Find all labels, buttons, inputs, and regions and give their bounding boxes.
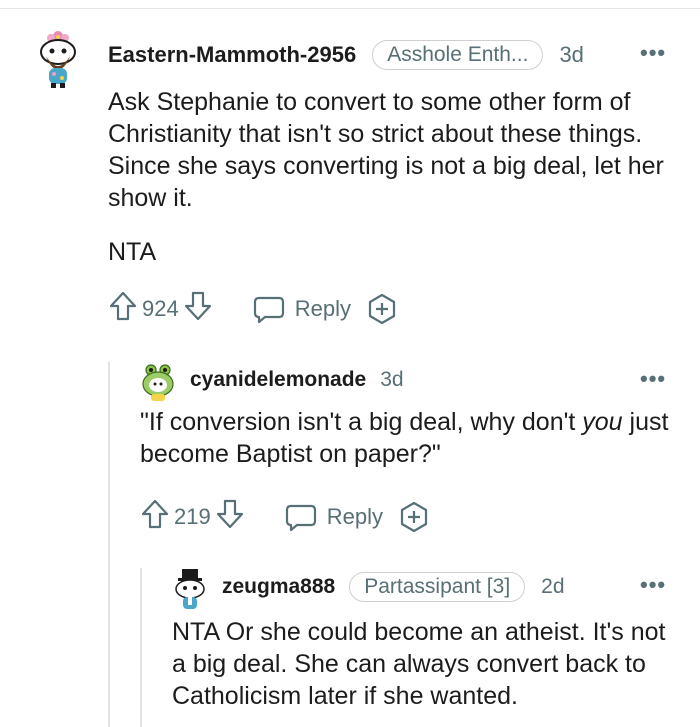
user-flair: Asshole Enth...	[372, 40, 544, 70]
author-name[interactable]: cyanidelemonade	[190, 368, 366, 392]
upvote-button[interactable]	[108, 290, 138, 328]
comment-body: "If conversion isn't a big deal, why don…	[140, 406, 680, 470]
avatar[interactable]	[172, 568, 208, 617]
comment-body: Ask Stephanie to convert to some other f…	[108, 86, 678, 268]
snoo-avatar-frog-hood-icon	[142, 364, 174, 401]
comment-age[interactable]: 2d	[541, 575, 564, 599]
vote-count: 924	[142, 296, 179, 321]
reply-label: Reply	[326, 504, 383, 529]
vote-count: 219	[174, 504, 211, 529]
comment-age[interactable]: 3d	[559, 42, 583, 68]
downvote-button[interactable]	[215, 498, 245, 536]
more-options-icon[interactable]: •••	[640, 366, 666, 392]
snoo-avatar-top-hat-icon	[175, 569, 205, 609]
thread-line[interactable]	[108, 362, 110, 727]
reply-label: Reply	[294, 296, 351, 321]
avatar[interactable]	[140, 362, 176, 407]
user-flair: Partassipant [3]	[349, 572, 526, 602]
comment-paragraph: NTA	[108, 238, 157, 266]
add-award-icon	[400, 501, 428, 533]
award-button[interactable]	[397, 500, 431, 534]
comment-header: Eastern-Mammoth-2956 Asshole Enth... 3d	[108, 40, 584, 70]
comment-actions: 924 Reply	[108, 290, 399, 328]
more-options-icon[interactable]: •••	[640, 572, 666, 598]
body-emphasis: you	[582, 408, 623, 436]
comment-header: cyanidelemonade 3d	[190, 368, 404, 392]
avatar[interactable]	[36, 28, 80, 95]
comment-actions: 219 Reply	[140, 498, 431, 536]
comment-paragraph: NTA Or she could become an atheist. It's…	[172, 618, 666, 710]
comment-paragraph: Ask Stephanie to convert to some other f…	[108, 88, 664, 212]
body-text-part: "If conversion isn't a big deal, why don…	[140, 408, 583, 436]
comment-body: NTA Or she could become an atheist. It's…	[172, 616, 682, 712]
award-button[interactable]	[365, 292, 399, 326]
reply-button[interactable]: Reply	[253, 294, 351, 324]
reply-button[interactable]: Reply	[285, 502, 383, 532]
speech-bubble-icon	[285, 504, 316, 532]
upvote-button[interactable]	[140, 498, 170, 536]
comment-age[interactable]: 3d	[380, 368, 403, 392]
thread-line[interactable]	[140, 568, 142, 727]
author-name[interactable]: zeugma888	[222, 575, 335, 599]
comment-paragraph: "If conversion isn't a big deal, why don…	[140, 406, 680, 470]
snoo-avatar-flower-hat-icon	[40, 31, 76, 88]
arrow-down-icon	[184, 291, 211, 321]
top-divider	[0, 8, 700, 9]
author-name[interactable]: Eastern-Mammoth-2956	[108, 42, 356, 68]
add-award-icon	[368, 293, 396, 325]
comment-header: zeugma888 Partassipant [3] 2d	[222, 572, 565, 602]
more-options-icon[interactable]: •••	[640, 40, 666, 66]
speech-bubble-icon	[253, 296, 284, 324]
downvote-button[interactable]	[183, 290, 213, 328]
arrow-down-icon	[216, 499, 243, 529]
arrow-up-icon	[141, 499, 169, 529]
arrow-up-icon	[109, 291, 137, 321]
